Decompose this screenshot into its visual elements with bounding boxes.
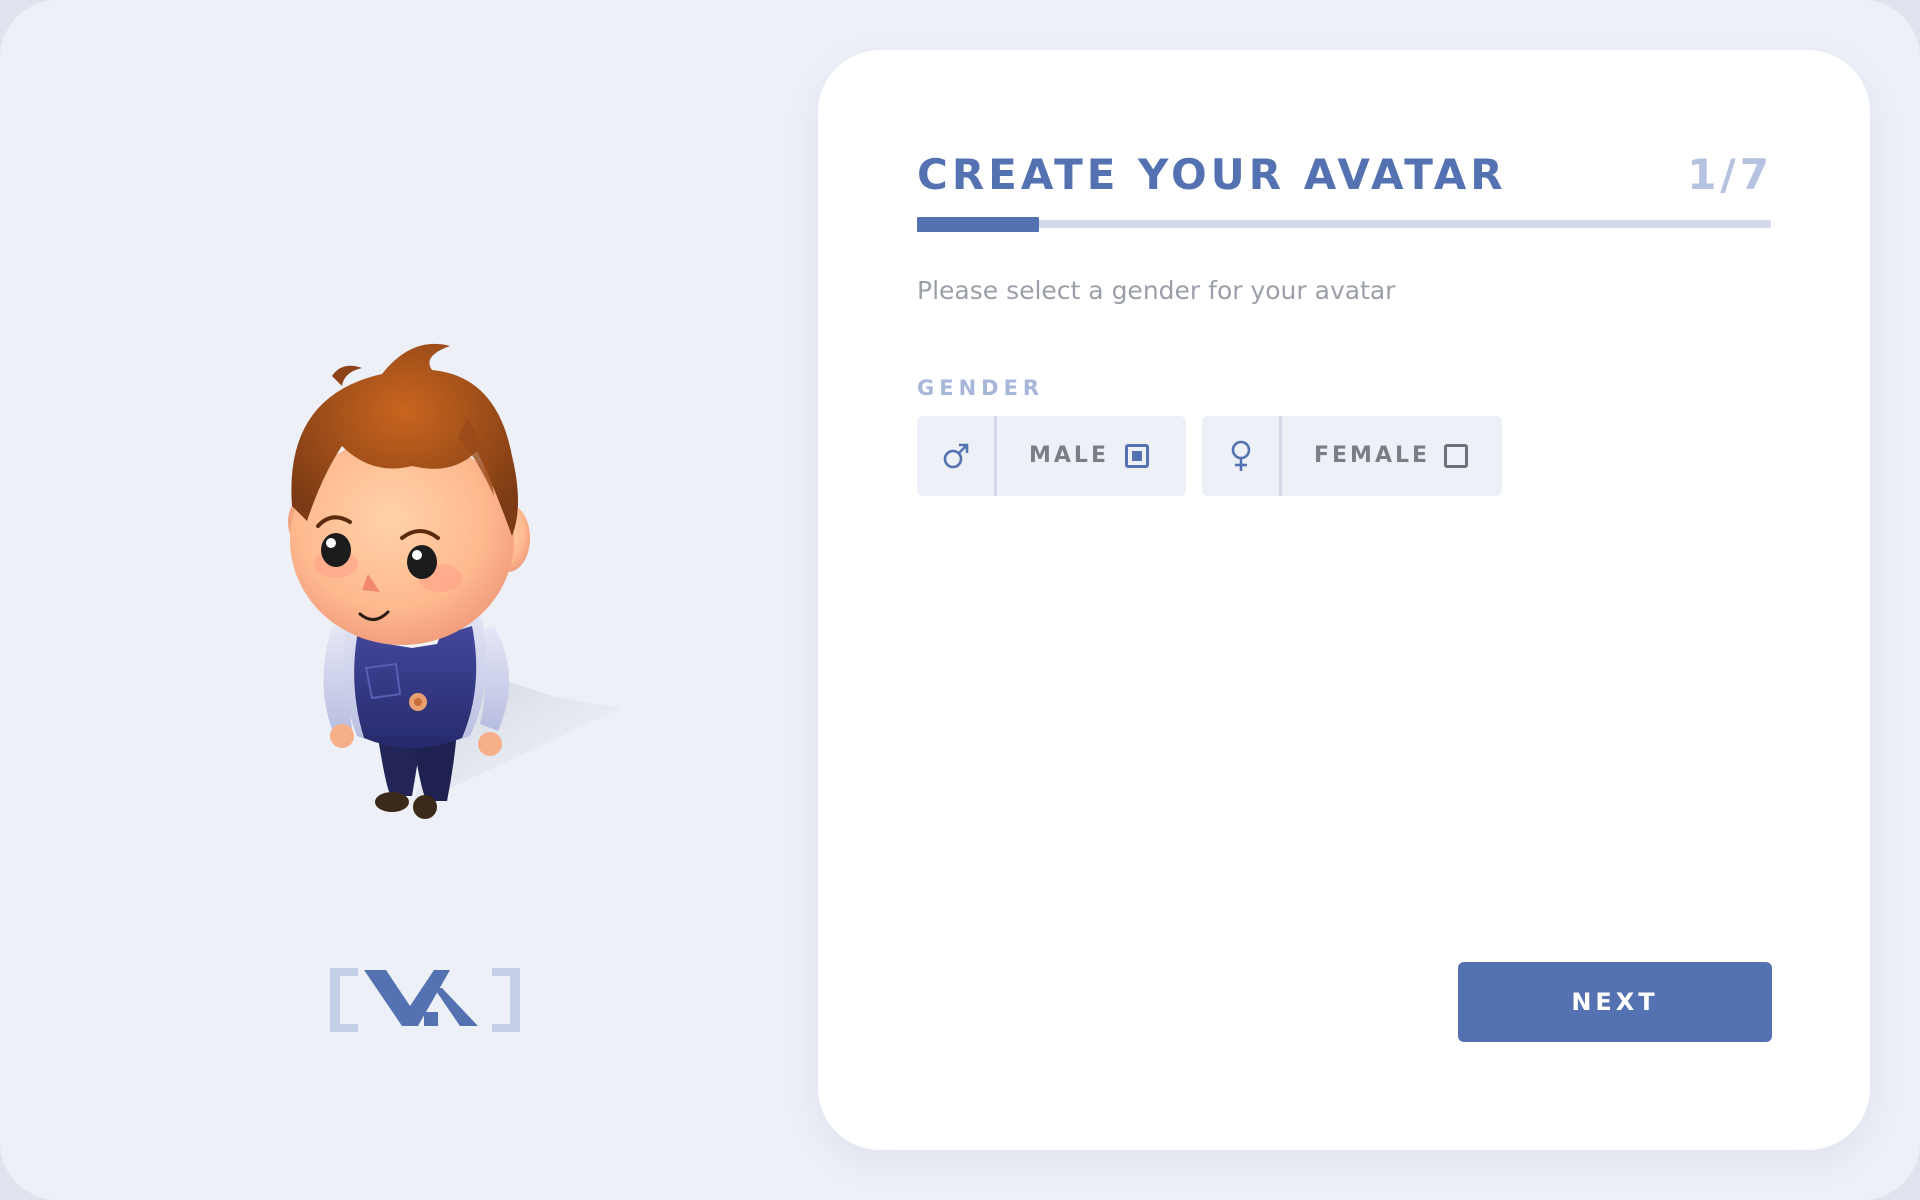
app-window: CREATE YOUR AVATAR 1/7 Please select a g…: [0, 0, 1920, 1200]
gender-option-female-label: FEMALE: [1314, 443, 1431, 468]
female-checkbox[interactable]: [1444, 444, 1468, 468]
female-symbol-icon: [1202, 416, 1282, 496]
gender-option-female[interactable]: FEMALE: [1202, 416, 1502, 496]
avatar-creation-card: CREATE YOUR AVATAR 1/7 Please select a g…: [818, 50, 1870, 1150]
avatar-character-illustration: [288, 343, 622, 819]
progress-bar: [917, 217, 1771, 232]
step-indicator: 1/7: [1687, 150, 1773, 199]
next-button[interactable]: NEXT: [1458, 962, 1772, 1042]
page-title: CREATE YOUR AVATAR: [917, 150, 1507, 199]
avatar-preview-panel: [0, 0, 818, 1200]
instruction-text: Please select a gender for your avatar: [917, 276, 1396, 305]
gender-option-male[interactable]: MALE: [917, 416, 1186, 496]
gender-option-male-label: MALE: [1029, 443, 1109, 468]
brand-logo-icon: [330, 968, 520, 1032]
progress-bar-fill: [917, 217, 1040, 232]
gender-field-label: GENDER: [917, 376, 1045, 400]
male-checkbox[interactable]: [1125, 444, 1149, 468]
male-symbol-icon: [917, 416, 997, 496]
checked-indicator: [1132, 451, 1142, 461]
